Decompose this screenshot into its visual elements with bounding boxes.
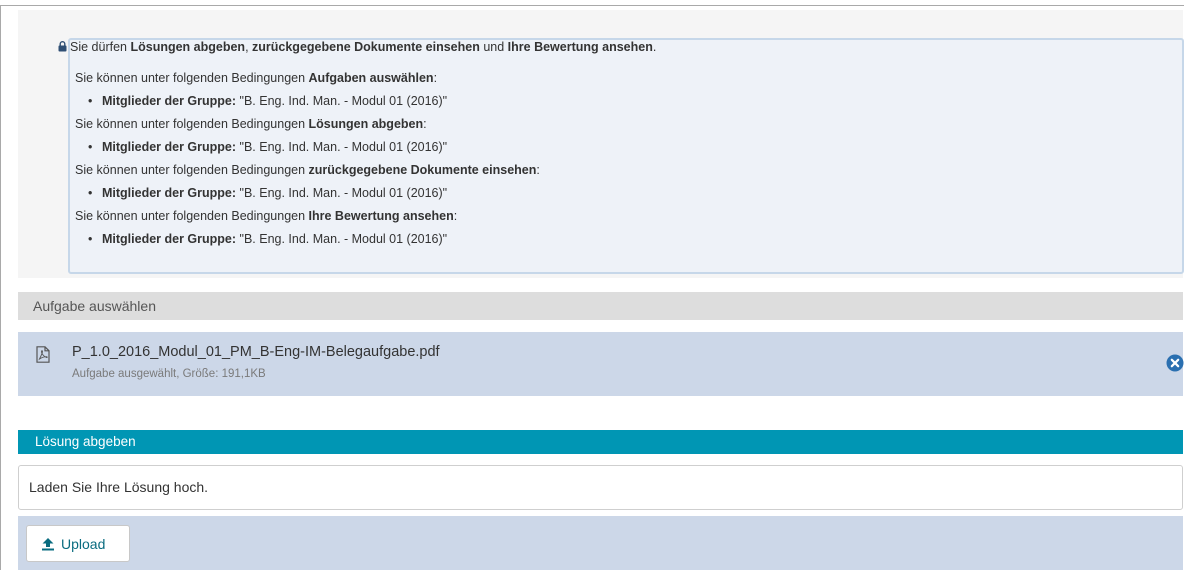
condition-action: Lösungen abgeben — [308, 117, 424, 131]
member-group: "B. Eng. Ind. Man. - Modul 01 (2016)" — [236, 186, 448, 200]
member-label: Mitglieder der Gruppe: — [102, 232, 237, 246]
condition-action: Aufgaben auswählen — [308, 71, 434, 85]
condition-line: Sie können unter folgenden Bedingungen A… — [75, 70, 437, 86]
condition-action: zurückgegebene Dokumente einsehen — [308, 163, 537, 177]
condition-member-item: • Mitglieder der Gruppe: "B. Eng. Ind. Ma… — [88, 231, 447, 247]
summary-separator: , — [245, 40, 253, 54]
lock-icon — [58, 40, 67, 56]
remove-circle-icon[interactable] — [1166, 354, 1184, 377]
upload-button-label: Upload — [61, 535, 106, 552]
member-label: Mitglieder der Gruppe: — [102, 140, 237, 154]
submit-section-header: Lösung abgeben — [18, 430, 1183, 454]
condition-line: Sie können unter folgenden Bedingungen z… — [75, 162, 540, 178]
condition-action: Ihre Bewertung ansehen — [308, 209, 454, 223]
member-label: Mitglieder der Gruppe: — [102, 186, 237, 200]
summary-item-grading: Ihre Bewertung ansehen — [507, 40, 653, 54]
upload-arrow-icon — [42, 537, 54, 550]
task-file-name[interactable]: P_1.0_2016_Modul_01_PM_B-Eng-IM-Belegauf… — [72, 344, 440, 360]
task-file-meta: Aufgabe ausgewählt, Größe: 191,1KB — [72, 368, 266, 380]
member-group: "B. Eng. Ind. Man. - Modul 01 (2016)" — [236, 232, 448, 246]
summary-suffix: . — [652, 40, 657, 54]
permission-summary: Sie dürfen Lösungen abgeben, zurückgegeb… — [58, 39, 656, 56]
member-group: "B. Eng. Ind. Man. - Modul 01 (2016)" — [236, 94, 448, 108]
summary-separator: und — [479, 40, 508, 54]
condition-member-item: • Mitglieder der Gruppe: "B. Eng. Ind. Ma… — [88, 139, 447, 155]
condition-colon: : — [536, 163, 540, 177]
bullet: • — [88, 232, 93, 246]
selected-task-file[interactable]: P_1.0_2016_Modul_01_PM_B-Eng-IM-Belegauf… — [18, 332, 1184, 396]
condition-prefix: Sie können unter folgenden Bedingungen — [75, 209, 309, 223]
condition-colon: : — [453, 209, 458, 223]
task-section-header: Aufgabe auswählen — [18, 292, 1183, 320]
upload-toolbar: Upload — [18, 516, 1183, 570]
condition-colon: : — [423, 117, 427, 131]
condition-line: Sie können unter folgenden Bedingungen I… — [75, 208, 457, 224]
condition-prefix: Sie können unter folgenden Bedingungen — [75, 163, 309, 177]
summary-prefix: Sie dürfen — [70, 40, 131, 54]
condition-prefix: Sie können unter folgenden Bedingungen — [75, 117, 309, 131]
upload-instruction: Laden Sie Ihre Lösung hoch. — [18, 465, 1183, 510]
condition-member-item: • Mitglieder der Gruppe: "B. Eng. Ind. Ma… — [88, 93, 447, 109]
condition-colon: : — [433, 71, 438, 85]
condition-line: Sie können unter folgenden Bedingungen L… — [75, 116, 427, 132]
frame-top-border — [0, 5, 1184, 6]
member-group: "B. Eng. Ind. Man. - Modul 01 (2016)" — [236, 140, 448, 154]
bullet: • — [88, 186, 93, 200]
condition-prefix: Sie können unter folgenden Bedingungen — [75, 71, 309, 85]
frame-left-border — [0, 5, 1, 570]
summary-item-submit: Lösungen abgeben — [130, 40, 246, 54]
bullet: • — [88, 140, 93, 154]
pdf-file-icon — [36, 346, 50, 368]
upload-button[interactable]: Upload — [26, 525, 130, 562]
member-label: Mitglieder der Gruppe: — [102, 94, 237, 108]
bullet: • — [88, 94, 93, 108]
summary-item-returned-docs: zurückgegebene Dokumente einsehen — [252, 40, 480, 54]
condition-member-item: • Mitglieder der Gruppe: "B. Eng. Ind. Ma… — [88, 185, 447, 201]
